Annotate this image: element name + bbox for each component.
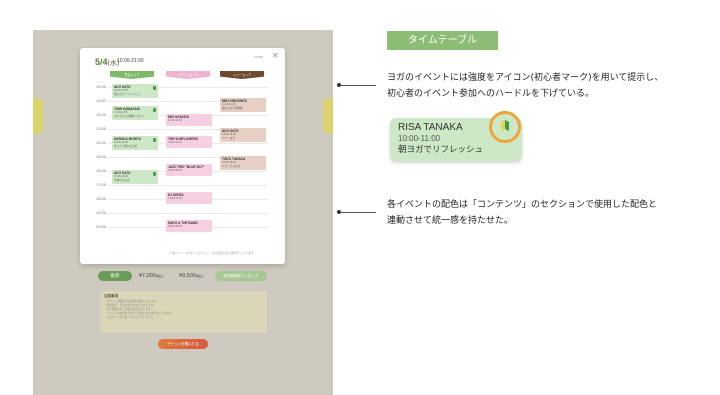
hour-label: 12:00: [96, 112, 107, 117]
hour-label: 14:00: [96, 140, 107, 145]
beginner-mark-icon: [153, 86, 156, 90]
hour-label: 13:00: [96, 126, 107, 131]
hour-label: 17:00: [96, 182, 107, 187]
column-header-stage: ステージエリア: [166, 71, 210, 79]
event-card[interactable]: AKO SATO 13:00-13:45 ツリーヨガ: [220, 128, 266, 142]
event-card[interactable]: AKO SATO 15:30-16:30 夕暮れのヨガ: [112, 170, 158, 184]
leader-line: [340, 85, 376, 86]
modal-close-label[interactable]: close: [254, 54, 263, 59]
timetable-modal: 5/4(水) 10:00-21:00 close × 芝生エリア ステージエリア…: [80, 48, 285, 264]
grid-line: [108, 185, 268, 186]
sale-button[interactable]: 販売: [98, 271, 132, 281]
event-card[interactable]: MAYU & THE BAND 19:00-19:45: [166, 220, 212, 232]
buy-ticket-button[interactable]: チケットを購入する: [158, 339, 208, 349]
column-header-tree: ツリーエリア: [220, 71, 264, 79]
event-card[interactable]: THE SUNFLOWERS 13:30-14:10: [166, 136, 212, 148]
price-1: ¥7,000(税込): [139, 273, 164, 279]
hour-label: 15:00: [96, 154, 107, 159]
leader-line: [340, 212, 376, 213]
hour-label: 20:00: [96, 224, 107, 229]
beginner-mark-icon: [153, 172, 156, 176]
card-desc: 朝ヨガでリフレッシュ: [398, 145, 484, 155]
column-header-lawn: 芝生エリア: [110, 71, 154, 79]
event-card[interactable]: DJ KENTA 17:00-17:45: [166, 192, 212, 204]
event-card[interactable]: HARUKA MORITA 13:30-14:30 ゆったり流れるヨガ: [112, 136, 158, 150]
section-tag: タイムテーブル: [387, 31, 498, 50]
beginner-mark-icon: [153, 138, 156, 142]
beginner-mark-icon: [501, 120, 509, 131]
sold-out-button[interactable]: 販売期間終了しました: [215, 271, 267, 281]
event-card[interactable]: TOKO TANAKA 15:00-15:45 リラックスヨガ: [220, 156, 266, 170]
notes-title: 注意事項: [104, 294, 118, 298]
event-card[interactable]: MIKI KINOSHITA 11:00-11:45 森のヨガで深呼吸: [220, 98, 266, 112]
annotation-2: 各イベントの配色は「コンテンツ」のセクションで使用した配色と 連動させて統一感を…: [387, 200, 658, 226]
hour-label: 11:00: [96, 98, 106, 103]
grid-line: [108, 213, 268, 214]
side-tab-left: [33, 98, 43, 134]
notes-line: ・ヨガマット等の貸し出しはございません。: [104, 316, 156, 319]
price-2: ¥9,500(税込): [179, 273, 204, 279]
hour-label: 19:00: [96, 210, 107, 215]
close-icon[interactable]: ×: [271, 51, 279, 61]
event-card[interactable]: YUMI KAWASAKI 11:00-11:45 ヨガで心と身体をリセット: [112, 106, 158, 120]
modal-time-range: 10:00-21:00: [117, 58, 144, 64]
slide: 5/4(水) 10:00-21:00 close × 芝生エリア ステージエリア…: [0, 0, 720, 395]
annotation-1: ヨガのイベントには強度をアイコン(初心者マーク)を用いて提示し、 初心者のイベン…: [387, 73, 664, 99]
schedule-note: ※各イベントのタイムスケジュールは変更となる場合がございます。: [170, 251, 257, 255]
event-card[interactable]: JAZZ TRIO "BLUE SKY" 15:00-15:40: [166, 164, 212, 176]
hour-label: 16:00: [96, 168, 107, 173]
notes-box: 注意事項 ・チケットの販売状況は随時更新いたします。 ・雨天決行。荒天の場合は中…: [100, 291, 267, 333]
hour-label: 18:00: [96, 196, 107, 201]
beginner-mark-icon: [153, 108, 156, 112]
event-card[interactable]: AKO SATO 10:00-10:45 朝ヨガでリフレッシュ: [112, 84, 158, 98]
modal-date: 5/4(水): [95, 57, 120, 67]
event-card[interactable]: MIO HAYASHI 12:00-12:45: [166, 114, 212, 126]
hour-label: 10:00: [96, 84, 107, 89]
side-tab-right: [323, 98, 333, 134]
